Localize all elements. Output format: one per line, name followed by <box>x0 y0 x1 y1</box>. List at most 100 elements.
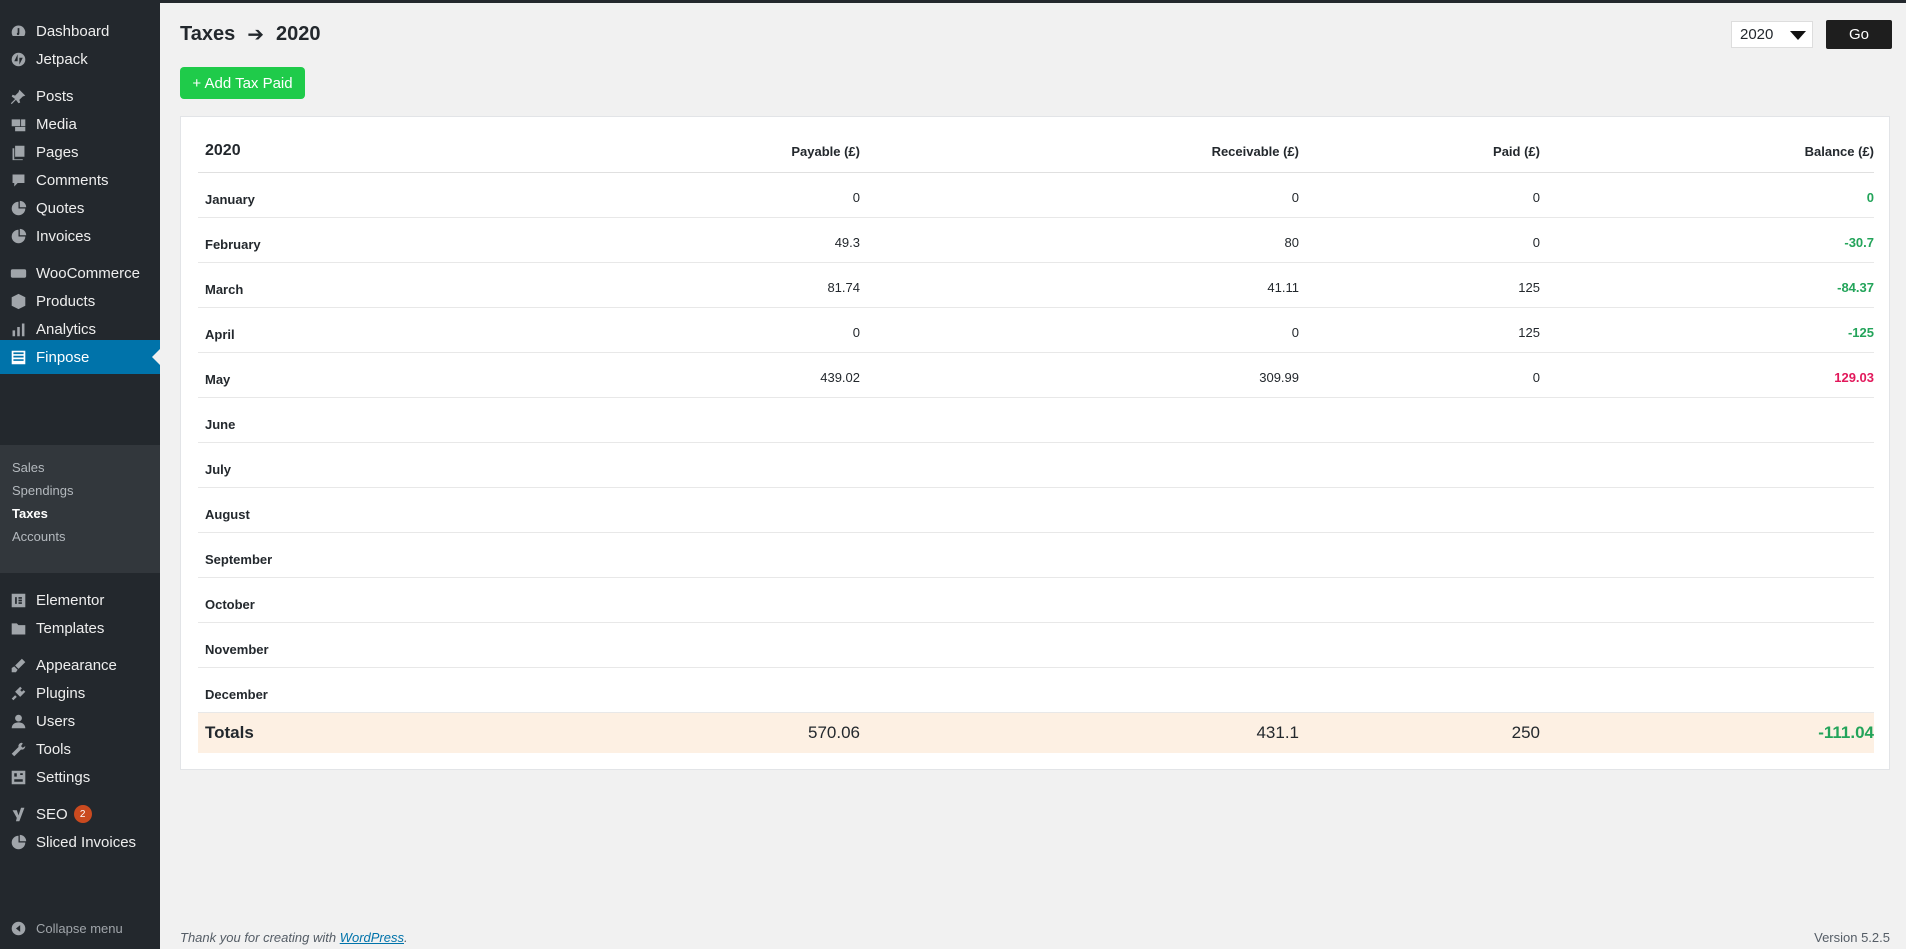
cell-month: July <box>205 461 232 477</box>
cell-month: December <box>205 686 268 702</box>
cell-payable: 49.3 <box>834 234 860 250</box>
sidebar-item-label: WooCommerce <box>36 264 140 282</box>
collapse-label: Collapse menu <box>36 920 123 936</box>
media-icon <box>8 114 28 134</box>
cell-month: March <box>205 281 244 297</box>
column-header-year: 2020 <box>205 142 241 159</box>
table-row: July <box>198 443 1874 488</box>
sidebar-item-label: Media <box>36 115 77 133</box>
cell-paid: 125 <box>1518 279 1540 295</box>
notification-badge: 2 <box>73 805 92 823</box>
column-header-paid: Paid (£) <box>1493 143 1540 159</box>
breadcrumb-year: 2020 <box>276 23 321 45</box>
cell-receivable: 309.99 <box>1259 369 1299 385</box>
footer-thanks-suffix: . <box>404 930 408 945</box>
sidebar-item-label: Products <box>36 292 96 310</box>
submenu-accounts[interactable]: Accounts <box>12 529 65 544</box>
cell-receivable: 80 <box>1284 234 1299 250</box>
sidebar-item-templates[interactable]: Templates <box>0 611 160 645</box>
footer-version: Version 5.2.5 <box>1814 930 1890 945</box>
cell-paid: 0 <box>1532 189 1540 205</box>
column-header-payable: Payable (£) <box>791 143 860 159</box>
pages-icon <box>8 142 28 162</box>
box-icon <box>8 291 28 311</box>
submenu-sales[interactable]: Sales <box>12 460 45 475</box>
folder-icon <box>8 618 28 638</box>
table-row: February 49.3 80 0 -30.7 <box>198 218 1874 263</box>
table-row: December <box>198 668 1874 713</box>
cell-month: February <box>205 236 261 252</box>
submenu-spendings[interactable]: Spendings <box>12 483 73 498</box>
table-row: October <box>198 578 1874 623</box>
add-tax-paid-button[interactable]: + Add Tax Paid <box>180 67 305 99</box>
cell-month: January <box>205 191 255 207</box>
sidebar-item-settings[interactable]: Settings <box>0 760 160 794</box>
jetpack-icon <box>8 49 28 69</box>
sidebar-item-invoices[interactable]: Invoices <box>0 219 160 253</box>
comment-icon <box>8 170 28 190</box>
cell-month: September <box>205 551 273 567</box>
year-select[interactable]: 2020 <box>1731 21 1813 48</box>
yoast-icon <box>8 804 28 824</box>
elementor-icon <box>8 590 28 610</box>
tax-table-card: 2020 Payable (£) Receivable (£) Paid (£)… <box>180 116 1890 770</box>
sidebar-item-label: Jetpack <box>36 50 88 68</box>
table-row: September <box>198 533 1874 578</box>
cell-receivable: 0 <box>1291 324 1299 340</box>
cell-month: August <box>205 506 250 522</box>
table-header-row: 2020 Payable (£) Receivable (£) Paid (£)… <box>198 130 1874 173</box>
cell-payable: 0 <box>852 324 860 340</box>
sidebar-item-label: Quotes <box>36 199 85 217</box>
collapse-menu-button[interactable]: Collapse menu <box>0 911 160 945</box>
cell-balance: -84.37 <box>1837 279 1874 295</box>
sidebar-item-jetpack[interactable]: Jetpack <box>0 42 160 76</box>
cell-month: April <box>205 326 235 342</box>
sidebar-item-label: Dashboard <box>36 22 110 40</box>
cell-balance: -125 <box>1847 324 1874 340</box>
chevron-down-icon <box>1790 31 1806 40</box>
sidebar-item-label: Elementor <box>36 591 105 609</box>
totals-label: Totals <box>205 723 254 742</box>
sidebar-item-label: Analytics <box>36 320 97 338</box>
cell-month: November <box>205 641 269 657</box>
cell-paid: 125 <box>1518 324 1540 340</box>
totals-row: Totals 570.06 431.1 250 -111.04 <box>198 713 1874 753</box>
wordpress-link[interactable]: WordPress <box>340 930 404 945</box>
cell-receivable: 0 <box>1291 189 1299 205</box>
go-button[interactable]: Go <box>1826 20 1892 49</box>
cell-balance: 129.03 <box>1834 369 1874 385</box>
sidebar-item-sliced-invoices[interactable]: Sliced Invoices <box>0 825 160 859</box>
collapse-icon <box>8 918 28 938</box>
brush-icon <box>8 655 28 675</box>
bar-chart-icon <box>8 319 28 339</box>
sidebar-item-label: Finpose <box>36 348 90 366</box>
cell-paid: 0 <box>1532 234 1540 250</box>
table-row: June <box>198 398 1874 443</box>
cell-month: October <box>205 596 255 612</box>
cell-month: June <box>205 416 236 432</box>
submenu-taxes[interactable]: Taxes <box>12 506 48 521</box>
table-row: November <box>198 623 1874 668</box>
cell-balance: -30.7 <box>1844 234 1874 250</box>
sidebar-item-label: Sliced Invoices <box>36 833 137 851</box>
sidebar-item-finpose[interactable]: Finpose <box>0 340 160 374</box>
footer-thanks: Thank you for creating with WordPress. <box>180 930 408 945</box>
cell-balance: 0 <box>1866 189 1874 205</box>
pie-icon <box>8 198 28 218</box>
cell-receivable: 41.11 <box>1267 279 1299 295</box>
table-row: May 439.02 309.99 0 129.03 <box>198 353 1874 398</box>
sidebar-item-label: Posts <box>36 87 74 105</box>
finpose-submenu: Sales Spendings Taxes Accounts <box>0 445 160 573</box>
user-icon <box>8 711 28 731</box>
table-row: January 0 0 0 0 <box>198 173 1874 218</box>
plug-icon <box>8 683 28 703</box>
settings-icon <box>8 767 28 787</box>
footer-thanks-text: Thank you for creating with <box>180 930 340 945</box>
cell-month: May <box>205 371 231 387</box>
admin-sidebar: Dashboard Jetpack Posts Media Pages Comm… <box>0 0 160 949</box>
table-icon <box>8 347 28 367</box>
year-select-value: 2020 <box>1740 26 1774 43</box>
cell-payable: 439.02 <box>820 369 860 385</box>
totals-payable: 570.06 <box>808 723 860 742</box>
arrow-right-icon: ➔ <box>247 24 264 46</box>
